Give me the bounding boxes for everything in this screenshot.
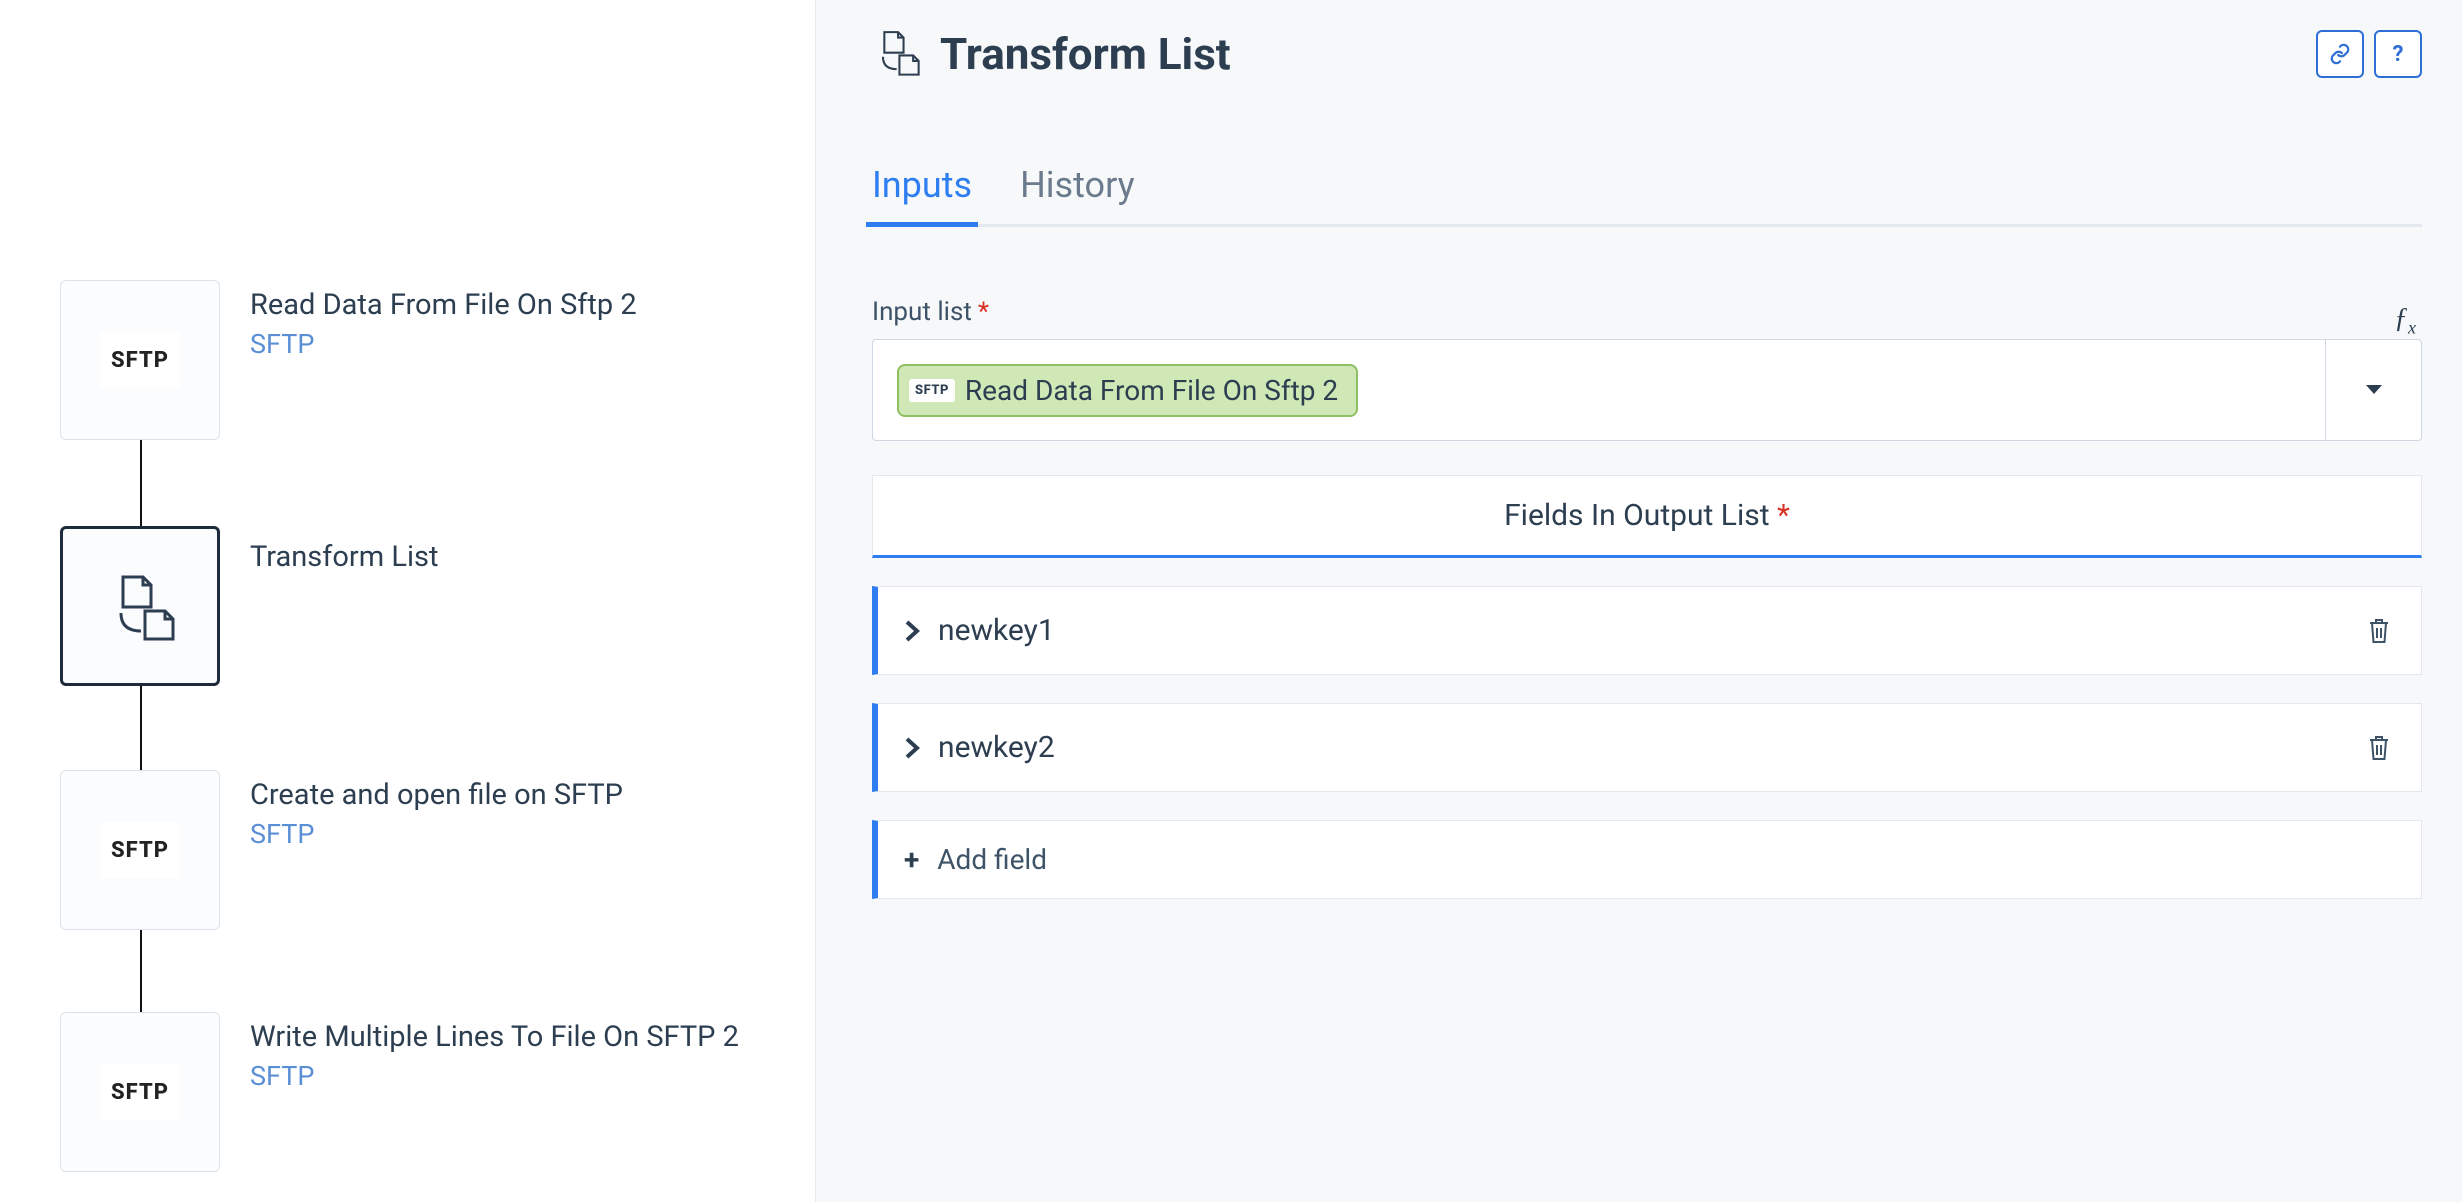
- fields-section-label: Fields In Output List *: [872, 475, 2422, 558]
- trash-icon[interactable]: [2367, 734, 2391, 762]
- node-subtitle: SFTP: [250, 1060, 739, 1092]
- flow-connector: [140, 686, 142, 770]
- input-chip[interactable]: SFTP Read Data From File On Sftp 2: [897, 364, 1358, 417]
- flow-connector: [140, 928, 142, 1012]
- node-label: Create and open file on SFTP SFTP: [250, 770, 623, 850]
- node-label: Write Multiple Lines To File On SFTP 2 S…: [250, 1012, 739, 1092]
- node-box[interactable]: [60, 526, 220, 686]
- dropdown-toggle[interactable]: [2325, 340, 2421, 440]
- transform-icon: [872, 28, 920, 80]
- output-field-row[interactable]: newkey1: [872, 586, 2422, 675]
- sftp-badge: SFTP: [909, 379, 955, 402]
- chip-text: Read Data From File On Sftp 2: [965, 374, 1338, 407]
- input-list-select[interactable]: SFTP Read Data From File On Sftp 2: [872, 339, 2422, 441]
- sftp-badge: SFTP: [100, 1064, 180, 1120]
- input-list-label: Input list*: [872, 297, 989, 327]
- node-box[interactable]: SFTP: [60, 1012, 220, 1172]
- flow-node-read-sftp[interactable]: SFTP Read Data From File On Sftp 2 SFTP: [60, 280, 637, 440]
- field-name: newkey2: [938, 730, 1055, 765]
- tab-inputs[interactable]: Inputs: [872, 164, 972, 224]
- chevron-right-icon[interactable]: [904, 736, 920, 760]
- plus-icon: +: [904, 843, 919, 876]
- fx-button[interactable]: ƒx: [2394, 303, 2422, 339]
- add-field-label: Add field: [937, 843, 1047, 876]
- node-subtitle: SFTP: [250, 328, 637, 360]
- tabs: Inputs History: [872, 164, 2422, 227]
- flow-node-write-sftp[interactable]: SFTP Write Multiple Lines To File On SFT…: [60, 1012, 739, 1172]
- node-label: Read Data From File On Sftp 2 SFTP: [250, 280, 637, 360]
- flow-connector: [140, 438, 142, 528]
- chevron-right-icon[interactable]: [904, 619, 920, 643]
- node-box[interactable]: SFTP: [60, 280, 220, 440]
- sftp-badge: SFTP: [100, 822, 180, 878]
- node-title: Read Data From File On Sftp 2: [250, 288, 637, 322]
- field-name: newkey1: [938, 613, 1055, 648]
- trash-icon[interactable]: [2367, 617, 2391, 645]
- help-button[interactable]: ?: [2374, 30, 2422, 78]
- flow-node-create-open-sftp[interactable]: SFTP Create and open file on SFTP SFTP: [60, 770, 623, 930]
- input-list-value[interactable]: SFTP Read Data From File On Sftp 2: [873, 364, 2325, 417]
- flow-canvas: SFTP Read Data From File On Sftp 2 SFTP …: [0, 0, 815, 1202]
- link-button[interactable]: [2316, 30, 2364, 78]
- sftp-badge: SFTP: [100, 332, 180, 388]
- node-title: Create and open file on SFTP: [250, 778, 623, 812]
- output-field-row[interactable]: newkey2: [872, 703, 2422, 792]
- panel-header: Transform List ?: [872, 28, 2422, 80]
- add-field-button[interactable]: + Add field: [872, 820, 2422, 899]
- node-subtitle: SFTP: [250, 818, 623, 850]
- page-title: Transform List: [940, 28, 1231, 80]
- details-panel: Transform List ? Inputs History Input li…: [815, 0, 2462, 1202]
- node-box[interactable]: SFTP: [60, 770, 220, 930]
- node-title: Transform List: [250, 540, 438, 574]
- node-title: Write Multiple Lines To File On SFTP 2: [250, 1020, 739, 1054]
- transform-icon: [105, 571, 175, 641]
- tab-history[interactable]: History: [1020, 164, 1135, 224]
- node-label: Transform List: [250, 526, 438, 574]
- flow-node-transform-list[interactable]: Transform List: [60, 526, 438, 686]
